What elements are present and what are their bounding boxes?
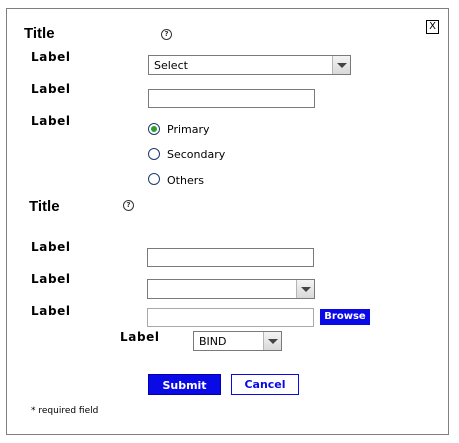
chevron-down-icon bbox=[337, 63, 347, 68]
radio-label-primary: Primary bbox=[167, 123, 210, 136]
field-label: Label bbox=[31, 272, 71, 286]
help-icon[interactable]: ? bbox=[123, 200, 134, 211]
radio-others[interactable] bbox=[148, 173, 160, 185]
select-dropdown[interactable] bbox=[147, 279, 315, 299]
field-label: Label bbox=[120, 330, 160, 344]
text-input[interactable] bbox=[148, 89, 315, 108]
chevron-down-icon bbox=[268, 339, 278, 344]
text-input[interactable] bbox=[147, 248, 314, 267]
select-value: BIND bbox=[199, 335, 227, 348]
radio-primary[interactable] bbox=[148, 123, 160, 135]
field-label: Label bbox=[31, 50, 71, 64]
field-label: Label bbox=[31, 240, 71, 254]
radio-label-others: Others bbox=[167, 174, 204, 187]
section-title-1: Title bbox=[24, 25, 55, 42]
dropdown-toggle[interactable] bbox=[296, 280, 314, 298]
close-button[interactable]: X bbox=[426, 20, 439, 34]
dropdown-toggle[interactable] bbox=[332, 56, 350, 74]
radio-secondary[interactable] bbox=[148, 148, 160, 160]
dropdown-toggle[interactable] bbox=[263, 332, 281, 350]
chevron-down-icon bbox=[301, 287, 311, 292]
file-path-input[interactable] bbox=[147, 308, 314, 327]
select-value: Select bbox=[154, 59, 188, 72]
cancel-button[interactable]: Cancel bbox=[231, 374, 299, 395]
select-dropdown[interactable]: Select bbox=[148, 55, 351, 75]
radio-label-secondary: Secondary bbox=[167, 148, 226, 161]
field-label: Label bbox=[31, 304, 71, 318]
field-label: Label bbox=[31, 114, 71, 128]
required-field-note: * required field bbox=[31, 406, 99, 416]
bind-select[interactable]: BIND bbox=[193, 331, 282, 351]
help-icon[interactable]: ? bbox=[161, 29, 172, 40]
section-title-2: Title bbox=[29, 198, 60, 215]
browse-button[interactable]: Browse bbox=[320, 309, 370, 325]
field-label: Label bbox=[31, 82, 71, 96]
submit-button[interactable]: Submit bbox=[148, 374, 221, 395]
